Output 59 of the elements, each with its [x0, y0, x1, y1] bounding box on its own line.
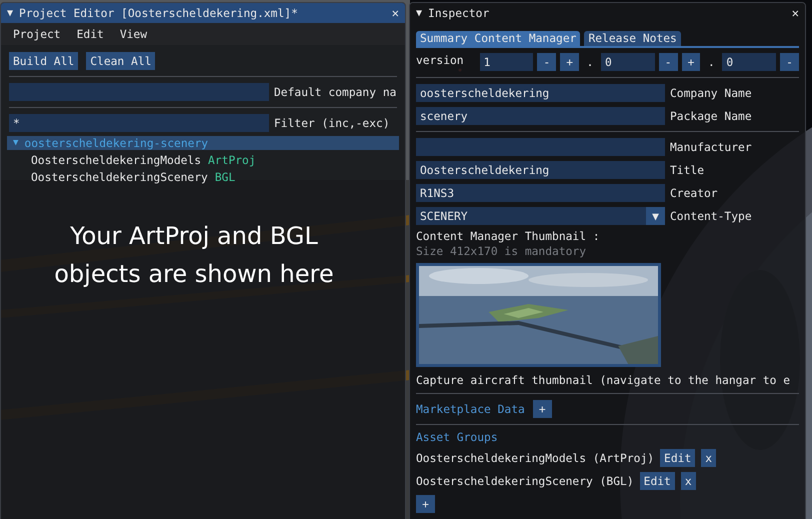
text-field[interactable]: oosterscheldekering: [416, 84, 665, 102]
overlay-note: Your ArtProj and BGL: [70, 221, 318, 252]
capture-instruction: Capture aircraft thumbnail (navigate to the hangar to e: [416, 374, 792, 387]
step-button[interactable]: -: [537, 53, 556, 71]
asset-group-button[interactable]: Edit: [640, 472, 675, 490]
type-tag: BGL: [214, 170, 236, 184]
filter-field[interactable]: *: [9, 114, 269, 132]
asset-group-name: OosterscheldekeringModels (ArtProj): [416, 452, 654, 464]
text-field[interactable]: [416, 138, 665, 156]
asset-group-button[interactable]: x: [701, 449, 716, 467]
section-heading: Asset Groups: [416, 431, 499, 444]
close-icon[interactable]: ✕: [792, 6, 799, 20]
version-separator: .: [707, 56, 716, 68]
step-button[interactable]: -: [658, 53, 678, 71]
version-field[interactable]: 0: [601, 53, 655, 71]
toolbar-button[interactable]: Clean All: [86, 52, 156, 70]
asset-group-name: OosterscheldekeringScenery (BGL): [416, 474, 634, 488]
field-label: Manufacturer: [670, 140, 752, 154]
close-icon[interactable]: ✕: [392, 6, 399, 20]
field-label: Default company na: [274, 86, 396, 98]
window-title: Inspector: [428, 6, 490, 20]
add-button[interactable]: +: [532, 400, 552, 418]
thumbnail-hint: Size 412x170 is mandatory: [416, 245, 588, 258]
field-label: Company Name: [670, 86, 752, 100]
tab[interactable]: Summary Content Manager: [416, 31, 580, 46]
dropdown[interactable]: SCENERY ▼: [416, 207, 665, 225]
tree-item[interactable]: OosterscheldekeringModels: [31, 154, 202, 166]
version-field[interactable]: 0: [722, 53, 776, 71]
step-button[interactable]: +: [560, 53, 580, 71]
version-field[interactable]: 1: [480, 53, 534, 71]
menu-item[interactable]: Project: [13, 28, 61, 40]
asset-group-button[interactable]: Edit: [660, 449, 696, 467]
toolbar-button[interactable]: Build All: [9, 52, 78, 70]
asset-group-button[interactable]: x: [680, 472, 696, 490]
version-separator: .: [586, 56, 594, 68]
window-title: Project Editor [Oosterscheldekering.xml]*: [19, 6, 299, 20]
add-button[interactable]: +: [416, 495, 435, 513]
tree-item[interactable]: OosterscheldekeringScenery: [31, 170, 208, 184]
tab[interactable]: Release Notes: [584, 31, 681, 46]
field-label: Content-Type: [670, 210, 752, 222]
step-button[interactable]: -: [780, 53, 799, 71]
version-label: version: [416, 54, 465, 66]
step-button[interactable]: +: [682, 53, 700, 71]
collapse-arrow[interactable]: ▼: [416, 8, 422, 18]
text-field[interactable]: Oosterscheldekering: [416, 161, 665, 179]
text-field[interactable]: R1NS3: [416, 184, 665, 202]
text-field[interactable]: scenery: [416, 107, 665, 125]
field-label: Title: [670, 164, 704, 176]
menu-item[interactable]: View: [120, 28, 148, 40]
type-tag: ArtProj: [208, 154, 256, 166]
section-heading: Marketplace Data: [416, 402, 525, 416]
overlay-note: objects are shown here: [54, 259, 334, 290]
thumbnail-heading: Content Manager Thumbnail :: [416, 230, 601, 243]
field-label: Filter (inc,-exc): [274, 116, 390, 130]
company-field[interactable]: [9, 83, 269, 101]
menu-item[interactable]: Edit: [76, 28, 104, 40]
field-label: Package Name: [670, 110, 752, 122]
field-label: Creator: [670, 186, 718, 200]
collapse-arrow[interactable]: ▼: [7, 8, 14, 18]
